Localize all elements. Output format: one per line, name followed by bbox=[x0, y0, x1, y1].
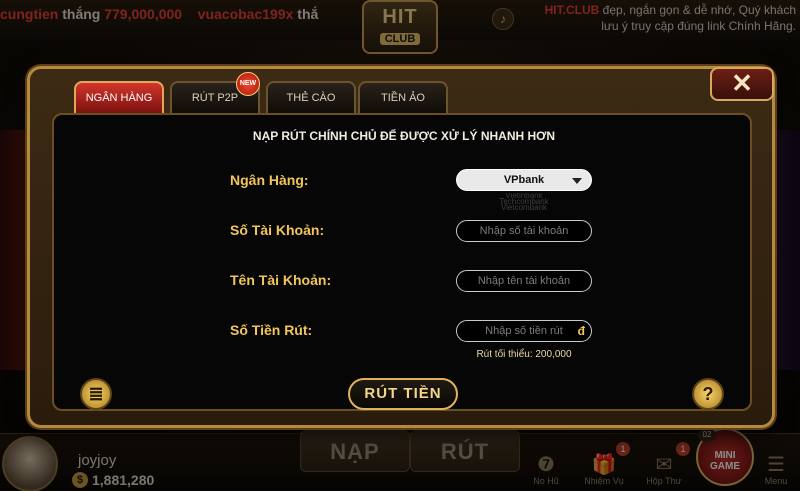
bank-select[interactable]: VPbank bbox=[456, 169, 592, 191]
account-name-label: Tên Tài Khoản: bbox=[230, 272, 332, 288]
form-panel bbox=[52, 113, 752, 411]
amount-placeholder: Nhập số tiền rút bbox=[485, 325, 563, 337]
form-headline: NẠP RÚT CHÍNH CHỦ ĐỂ ĐƯỢC XỬ LÝ NHANH HƠ… bbox=[252, 129, 556, 143]
close-button[interactable]: ✕ bbox=[710, 67, 774, 101]
close-icon: ✕ bbox=[731, 68, 753, 98]
tab-crypto[interactable]: TIỀN ẢO bbox=[358, 81, 448, 113]
tab-bank[interactable]: NGÂN HÀNG bbox=[74, 81, 164, 113]
amount-label: Số Tiền Rút: bbox=[230, 322, 313, 338]
account-number-field[interactable]: Nhập số tài khoản bbox=[456, 220, 592, 242]
help-icon[interactable]: ? bbox=[692, 378, 724, 410]
bank-dropdown-list[interactable]: Vietinbank Techcombank Vietcombank bbox=[458, 193, 590, 219]
tab-card[interactable]: THẺ CÀO bbox=[266, 81, 356, 113]
account-number-label: Số Tài Khoản: bbox=[230, 222, 325, 238]
chevron-down-icon bbox=[572, 178, 582, 184]
withdraw-modal: NGÂN HÀNG RÚT P2P NEW THẺ CÀO TIỀN ẢO ✕ … bbox=[27, 66, 775, 428]
withdraw-submit-button[interactable]: RÚT TIỀN bbox=[348, 378, 458, 410]
currency-icon: đ bbox=[577, 324, 585, 338]
bank-option[interactable]: Vietcombank bbox=[458, 204, 590, 212]
bank-selected-value: VPbank bbox=[503, 174, 545, 186]
history-icon[interactable]: ≣ bbox=[80, 378, 112, 410]
account-name-field[interactable]: Nhập tên tài khoản bbox=[456, 270, 592, 292]
amount-field[interactable]: Nhập số tiền rút đ bbox=[456, 320, 592, 342]
new-badge: NEW bbox=[236, 72, 260, 96]
bank-label: Ngân Hàng: bbox=[230, 172, 309, 188]
minimum-note: Rút tối thiểu: 200,000 bbox=[476, 349, 572, 360]
